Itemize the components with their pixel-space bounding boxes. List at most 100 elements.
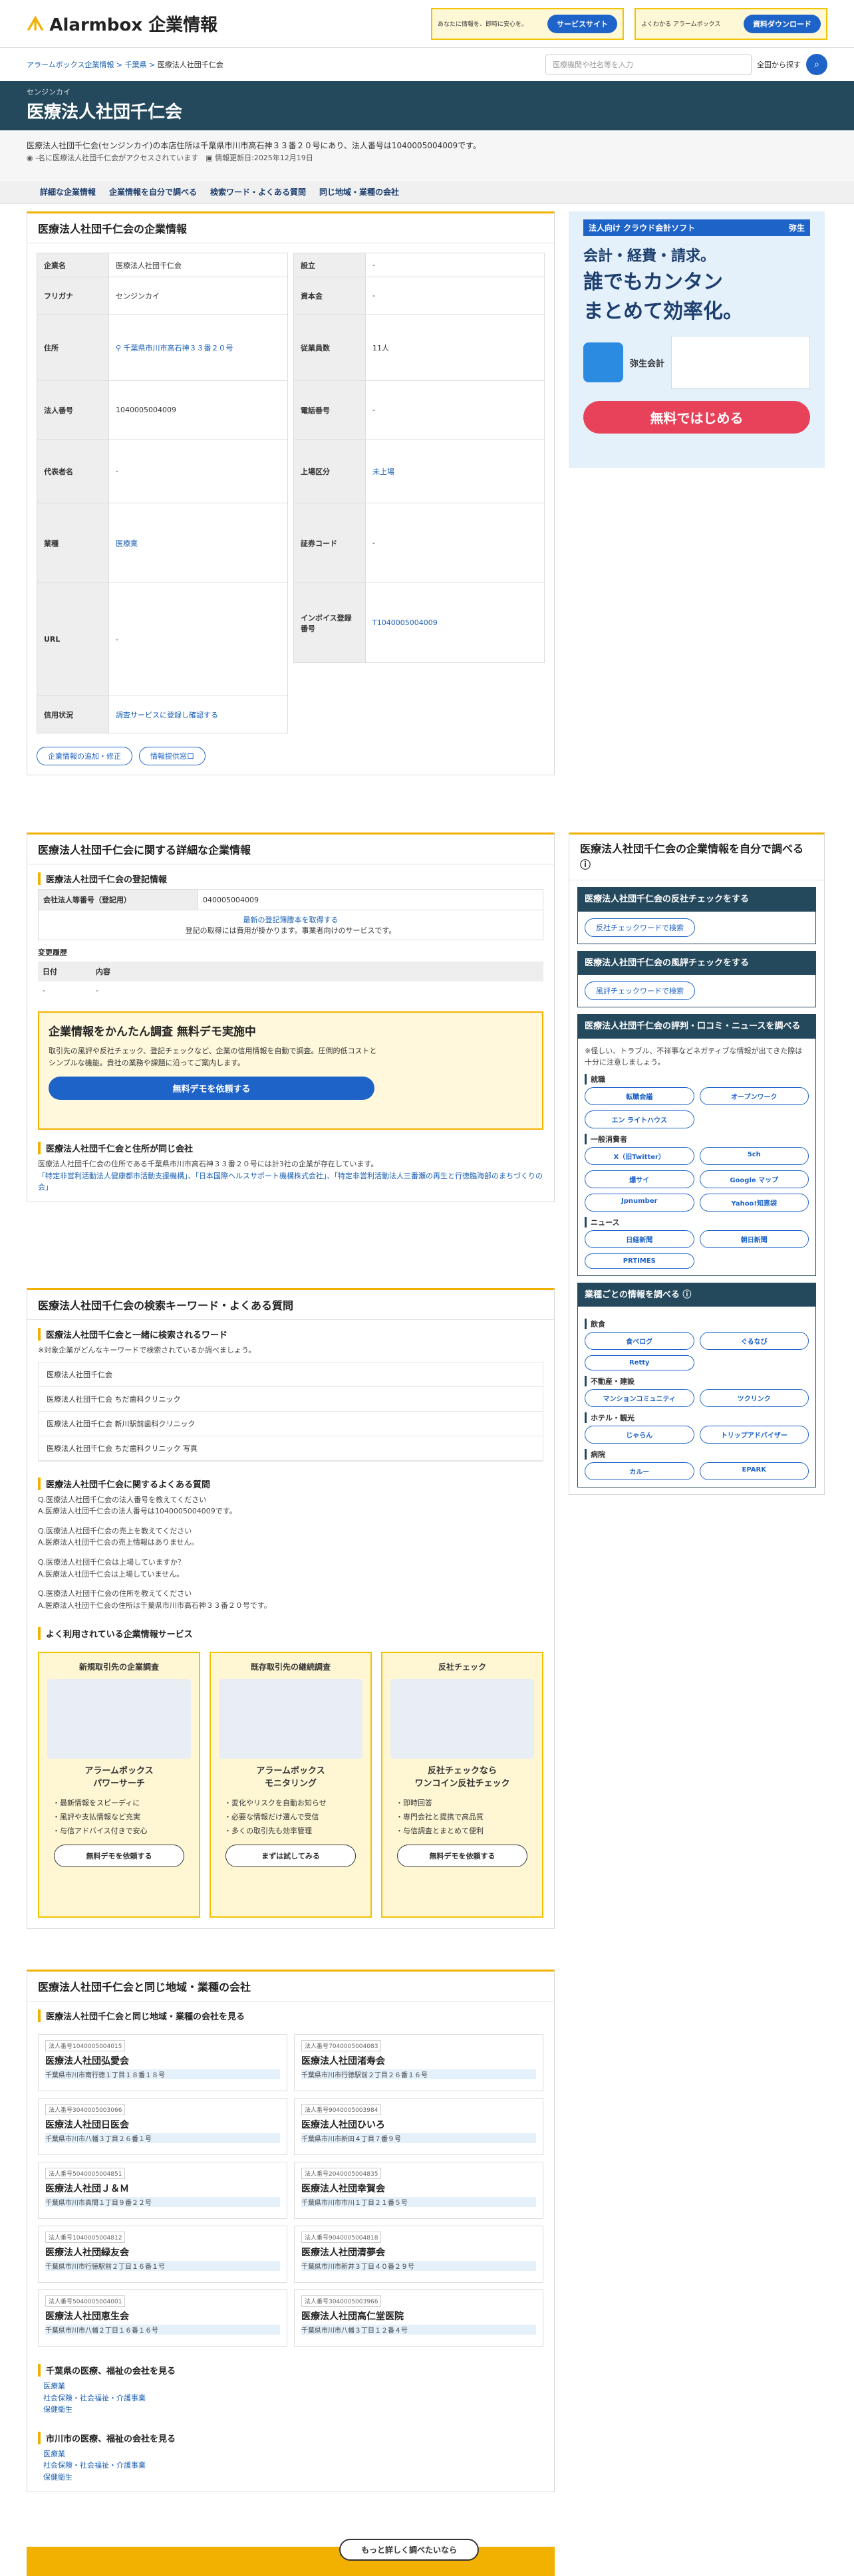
- company-name[interactable]: 医療法人社団清夢会: [301, 2246, 536, 2259]
- service-site-button[interactable]: サービスサイト: [547, 14, 617, 33]
- company-name[interactable]: 医療法人社団恵生会: [45, 2309, 280, 2323]
- download-banner[interactable]: よくわかる アラームボックス 資料ダウンロード: [635, 7, 827, 40]
- company-card[interactable]: 法人番号5040005004851 医療法人社団Ｊ＆Ｍ 千葉県市川市真間１丁目９番２…: [38, 2162, 287, 2219]
- breadcrumb-pref[interactable]: 千葉県: [125, 61, 147, 69]
- tab-same-area[interactable]: 同じ地域・業種の会社: [319, 186, 399, 197]
- footer-cta[interactable]: もっと詳しく調べたいなら: [339, 2539, 479, 2561]
- listing-link[interactable]: 未上場: [372, 467, 394, 476]
- col-date: 日付: [43, 967, 57, 976]
- city-link[interactable]: 社会保険・社会福祉・介護事業: [43, 2461, 146, 2470]
- industry-link[interactable]: 医療業: [116, 539, 138, 548]
- company-name[interactable]: 医療法人社団渚寿会: [301, 2054, 536, 2067]
- pref-link[interactable]: 社会保険・社会福祉・介護事業: [43, 2394, 146, 2402]
- corp-number: 法人番号1040005004015: [45, 2040, 126, 2051]
- pref-title: 千葉県の医療、福祉の会社を見る: [38, 2364, 543, 2377]
- pref-link[interactable]: 医療業: [43, 2382, 65, 2390]
- scope-select[interactable]: 全国から探す: [757, 59, 801, 70]
- city-link[interactable]: 医療業: [43, 2450, 65, 2458]
- help-icon[interactable]: ⓘ: [682, 1290, 691, 1300]
- tab-research[interactable]: 企業情報を自分で調べる: [109, 186, 197, 197]
- group-label: 病院: [585, 1449, 809, 1460]
- help-icon[interactable]: ⓘ: [580, 858, 591, 871]
- same-address-links[interactable]: 「特定非営利活動法人健康都市活動支援機構」、「日本国際ヘルスサポート機構株式会社…: [38, 1172, 543, 1192]
- credit-link[interactable]: 調査サービスに登録し確認する: [116, 711, 218, 719]
- site-link[interactable]: Yahoo!知恵袋: [699, 1193, 809, 1212]
- site-link[interactable]: じゃらん: [585, 1426, 694, 1444]
- company-card[interactable]: 法人番号2040005004835 医療法人社団幸賀会 千葉県市川市市川１丁目２１番…: [294, 2162, 543, 2219]
- reputation-search-button[interactable]: 風評チェックワードで検索: [585, 981, 695, 1000]
- site-link[interactable]: マンションコミュニティ: [585, 1389, 694, 1408]
- pref-link[interactable]: 保健衛生: [43, 2405, 72, 2414]
- company-card[interactable]: 法人番号1040005004015 医療法人社団弘愛会 千葉県市川市南行徳１丁目１８…: [38, 2034, 287, 2091]
- site-link[interactable]: Jpnumber: [585, 1193, 694, 1212]
- download-button[interactable]: 資料ダウンロード: [744, 14, 821, 33]
- title-bar: センジンカイ 医療法人社団千仁会: [0, 81, 854, 130]
- company-name[interactable]: 医療法人社団幸賀会: [301, 2182, 536, 2195]
- site-logo[interactable]: ᗑ Alarmbox 企業情報: [27, 11, 217, 36]
- site-link[interactable]: Google マップ: [699, 1170, 809, 1188]
- reputation-title: 医療法人社団千仁会の風評チェックをする: [578, 951, 815, 975]
- company-card[interactable]: 法人番号3040005003966 医療法人社団高仁堂医院 千葉県市川市八幡３丁目１…: [294, 2289, 543, 2347]
- antisocial-search-button[interactable]: 反社チェックワードで検索: [585, 918, 695, 937]
- keyword-item[interactable]: 医療法人社団千仁会 ちだ歯科クリニック 写真: [39, 1436, 543, 1461]
- city-link[interactable]: 保健衛生: [43, 2473, 72, 2482]
- group-label: 不動産・建設: [585, 1376, 809, 1387]
- company-address: 千葉県市川市真間１丁目９番２２号: [45, 2197, 280, 2207]
- site-link[interactable]: オープンワーク: [699, 1087, 809, 1105]
- company-card[interactable]: 法人番号1040005004812 医療法人社団緑友会 千葉県市川市行徳駅前２丁目１…: [38, 2226, 287, 2283]
- service-button[interactable]: 無料デモを依頼する: [54, 1845, 184, 1868]
- company-address: 千葉県市川市行徳駅前２丁目１６番１号: [45, 2261, 280, 2271]
- keyword-item[interactable]: 医療法人社団千仁会: [39, 1362, 543, 1387]
- tab-detail[interactable]: 詳細な企業情報: [40, 186, 96, 197]
- site-link[interactable]: 食べログ: [585, 1332, 694, 1351]
- company-name[interactable]: 医療法人社団高仁堂医院: [301, 2309, 536, 2323]
- tab-keywords[interactable]: 検索ワード・よくある質問: [210, 186, 306, 197]
- address-value[interactable]: ⚲ 千葉県市川市高石神３３番２０号: [108, 314, 288, 381]
- site-link[interactable]: 爆サイ: [585, 1170, 694, 1188]
- service-button[interactable]: まずは試してみる: [225, 1845, 356, 1868]
- site-link[interactable]: ぐるなび: [699, 1332, 809, 1351]
- service-site-banner[interactable]: あなたに情報を、即時に安心を。 サービスサイト: [431, 7, 624, 40]
- company-card[interactable]: 法人番号5040005004001 医療法人社団恵生会 千葉県市川市八幡２丁目１６番…: [38, 2289, 287, 2347]
- registry-link[interactable]: 最新の登記簿謄本を取得する: [243, 916, 339, 924]
- keyword-item[interactable]: 医療法人社団千仁会 新川駅前歯科クリニック: [39, 1412, 543, 1436]
- search-input[interactable]: 医療機関や社名等を入力: [545, 55, 752, 74]
- company-card[interactable]: 法人番号7040005004083 医療法人社団渚寿会 千葉県市川市行徳駅前２丁目２…: [294, 2034, 543, 2091]
- site-link[interactable]: トリップアドバイザー: [699, 1426, 809, 1444]
- service-image: [47, 1679, 191, 1759]
- change-history-title: 変更履歴: [38, 948, 67, 957]
- address-link[interactable]: 千葉県市川市高石神３３番２０号: [124, 344, 233, 352]
- company-card[interactable]: 法人番号9040005004818 医療法人社団清夢会 千葉県市川市新井３丁目４０番…: [294, 2226, 543, 2283]
- site-link[interactable]: EPARK: [699, 1462, 809, 1481]
- site-link[interactable]: X（旧Twitter）: [585, 1146, 694, 1165]
- site-link[interactable]: PRTIMES: [585, 1253, 694, 1269]
- ad-cta-button[interactable]: 無料ではじめる: [583, 401, 810, 434]
- company-card[interactable]: 法人番号9040005003984 医療法人社団ひいろ 千葉県市川市新田４丁目７番９…: [294, 2098, 543, 2155]
- company-name[interactable]: 医療法人社団Ｊ＆Ｍ: [45, 2182, 280, 2195]
- site-link[interactable]: カルー: [585, 1462, 694, 1481]
- value: -: [365, 380, 545, 440]
- company-name[interactable]: 医療法人社団緑友会: [45, 2246, 280, 2259]
- site-link[interactable]: 転職会議: [585, 1087, 694, 1105]
- edit-info-button[interactable]: 企業情報の追加・修正: [37, 747, 132, 765]
- corp-number: 法人番号9040005003984: [301, 2104, 382, 2115]
- site-link[interactable]: Retty: [585, 1355, 694, 1371]
- provide-info-button[interactable]: 情報提供窓口: [139, 747, 206, 765]
- yayoi-ad[interactable]: 法人向け クラウド会計ソフト 弥生 会計・経費・請求。 誰でもカンタン まとめて効…: [569, 211, 825, 468]
- company-card[interactable]: 法人番号3040005003066 医療法人社団日医会 千葉県市川市八幡３丁目２６番…: [38, 2098, 287, 2155]
- site-link[interactable]: 日経新聞: [585, 1229, 694, 1248]
- keyword-item[interactable]: 医療法人社団千仁会 ちだ歯科クリニック: [39, 1387, 543, 1412]
- company-name[interactable]: 医療法人社団弘愛会: [45, 2054, 280, 2067]
- detail-card: 医療法人社団千仁会に関する詳細な企業情報 医療法人社団千仁会の登記情報 会社法人…: [27, 833, 555, 1202]
- search-icon[interactable]: ⌕: [806, 54, 827, 75]
- breadcrumb-home[interactable]: アラームボックス企業情報: [27, 61, 114, 69]
- site-link[interactable]: エン ライトハウス: [585, 1110, 694, 1128]
- company-name[interactable]: 医療法人社団日医会: [45, 2118, 280, 2131]
- service-button[interactable]: 無料デモを依頼する: [397, 1845, 527, 1868]
- demo-button[interactable]: 無料デモを依頼する: [49, 1077, 374, 1100]
- site-link[interactable]: 5ch: [699, 1146, 809, 1165]
- site-link[interactable]: 朝日新聞: [699, 1229, 809, 1248]
- company-name[interactable]: 医療法人社団ひいろ: [301, 2118, 536, 2131]
- invoice-link[interactable]: T1040005004009: [372, 618, 438, 627]
- site-link[interactable]: ツクリンク: [699, 1389, 809, 1408]
